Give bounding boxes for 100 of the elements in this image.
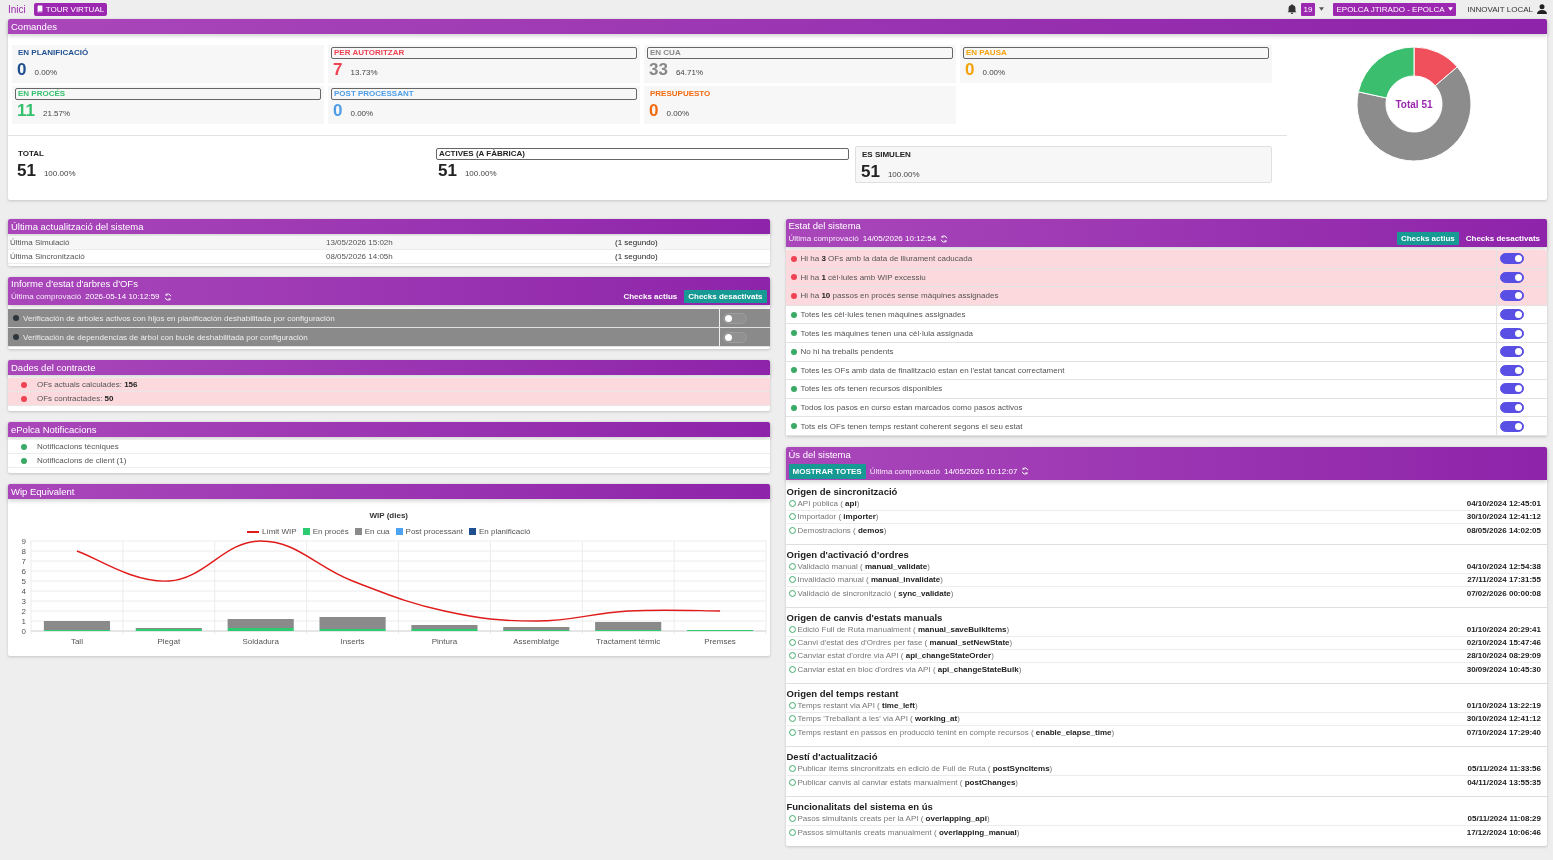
toggle-switch[interactable] — [1500, 309, 1524, 321]
usage-item-text: Temps restant via API ( time_left) — [797, 701, 918, 711]
usage-date: 08/05/2026 14:02:05 — [1466, 525, 1541, 535]
stat-value: 51 — [861, 161, 880, 183]
stat-label: PER AUTORITZAR — [331, 47, 637, 59]
usage-date: 30/09/2024 10:45:30 — [1466, 664, 1541, 674]
usage-date: 04/10/2024 12:45:01 — [1466, 499, 1541, 509]
group-heading: Origen de sincronització — [786, 485, 898, 497]
status-dot — [790, 367, 797, 374]
row-date: 13/05/2026 15:02h — [326, 238, 394, 247]
check-text: Totes les OFs amb data de finalització estan en l'estat tancat correctament — [800, 365, 1065, 375]
x-axis-label: Pintura — [431, 637, 458, 646]
status-dot — [790, 255, 797, 262]
toggle-switch[interactable] — [1500, 253, 1524, 265]
toggle-switch[interactable] — [1500, 402, 1524, 414]
stat-label: POST PROCESSANT — [331, 88, 637, 100]
legend-label[interactable]: Límit WIP — [261, 527, 297, 536]
x-axis-label: Soldadura — [242, 637, 279, 646]
total-card[interactable]: ACTIVES (A FÀBRICA) 51 100.00% — [433, 146, 852, 183]
notification-link[interactable]: Notificacions de client (1) — [37, 456, 127, 465]
usage-item-text: Publicar ítems sincronitzats en edició de Full de Ruta ( postSyncItems) — [797, 764, 1053, 774]
legend-label[interactable]: En cua — [364, 527, 390, 536]
usage-item-text: Edició Full de Ruta manualment ( manual_saveBulkItems) — [797, 625, 1010, 635]
group-heading: Origen del temps restant — [786, 687, 899, 699]
filter-tab[interactable]: Checks actius — [619, 290, 682, 303]
status-dot — [790, 348, 797, 355]
toggle-switch[interactable] — [1500, 364, 1524, 376]
row-label: Última Simulació — [10, 238, 71, 247]
stat-value: 51 — [438, 160, 457, 182]
bell-icon[interactable] — [1286, 4, 1297, 14]
y-tick-label: 2 — [21, 607, 26, 616]
usage-item-text: Demostracions ( demos) — [797, 525, 887, 535]
usage-item-text: API pública ( api) — [797, 499, 860, 509]
status-dot — [790, 385, 797, 392]
tour-button[interactable]: TOUR VIRTUAL — [33, 2, 108, 16]
user-icon[interactable] — [1537, 4, 1547, 14]
refresh-icon[interactable] — [940, 234, 949, 243]
refresh-icon[interactable] — [163, 292, 172, 301]
stat-card[interactable]: EN PLANIFICACIÓ 0 0.00% — [12, 45, 324, 83]
usage-item-text: Temps 'Treballant a les' via API ( working_at) — [797, 714, 960, 724]
stat-label: ACTIVES (A FÀBRICA) — [436, 148, 849, 160]
status-dot — [21, 395, 27, 402]
row-elapsed: (1 segundo) — [615, 252, 659, 261]
stat-value: 0 — [965, 59, 975, 81]
breadcrumb-link[interactable]: Inici — [8, 3, 26, 15]
toggle-switch[interactable] — [1500, 290, 1524, 302]
stat-card[interactable]: EN PROCÉS 11 21.57% — [12, 86, 324, 124]
status-dot — [13, 334, 19, 340]
status-dot — [790, 330, 797, 337]
toggle-switch[interactable] — [1500, 420, 1524, 432]
company-dropdown[interactable]: EPOLCA JTIRADO - EPOLCA — [1333, 2, 1456, 16]
usage-item-text: Importador ( importer) — [797, 512, 879, 522]
last-check-time: 14/05/2026 10:12:54 — [862, 234, 937, 243]
toggle-switch[interactable] — [1500, 383, 1524, 395]
stat-card[interactable]: PRESUPUESTO 0 0.00% — [644, 86, 956, 124]
caret-icon — [1447, 7, 1453, 11]
x-axis-label: Tractament tèrmic — [596, 637, 661, 646]
stat-percent: 13.73% — [350, 68, 378, 77]
stat-value: 33 — [649, 59, 668, 81]
check-text: Verificación de árboles activos con hijos en planificación deshabilitada por configuración — [23, 313, 335, 323]
x-axis-label: Tall — [70, 637, 83, 646]
notification-link[interactable]: Notificacions tècniques — [37, 442, 119, 451]
usage-item-text: Validació de sincronització ( sync_validate) — [797, 588, 954, 598]
legend-label[interactable]: En procés — [312, 527, 349, 536]
contract-text: OFs actuals calculades: 156 — [37, 380, 138, 389]
panel-title: Wip Equivalent — [11, 485, 76, 498]
y-tick-label: 1 — [21, 617, 26, 626]
usage-item-text: Canviar estat d'ordre via API ( api_changeStateOrder) — [797, 651, 994, 661]
y-tick-label: 9 — [21, 537, 26, 546]
usage-item-text: Passos simultanis creats manualment ( overlapping_manual) — [797, 827, 1020, 837]
caret-icon[interactable] — [1319, 7, 1325, 11]
group-heading: Destí d'actualització — [786, 750, 878, 762]
stat-label: EN PROCÉS — [15, 88, 321, 100]
total-card[interactable]: ES SIMULEN 51 100.00% — [855, 146, 1272, 183]
filter-tab[interactable]: Checks desactivats — [1461, 232, 1544, 245]
legend-label[interactable]: En planificació — [478, 527, 531, 536]
legend-label[interactable]: Post processant — [405, 527, 463, 536]
usage-date: 05/11/2024 11:33:56 — [1467, 764, 1541, 774]
check-text: Verificación de dependencias de árbol con bucle deshabilitada por configuración — [23, 332, 308, 342]
check-text: Todos los pasos en curso estan marcados como pasos activos — [800, 403, 1023, 413]
notification-count[interactable]: 19 — [1300, 2, 1316, 16]
stat-card[interactable]: EN PAUSA 0 0.00% — [960, 45, 1272, 83]
y-tick-label: 3 — [21, 597, 26, 606]
total-card[interactable]: TOTAL 51 100.00% — [12, 146, 430, 183]
stat-label: TOTAL — [17, 148, 45, 160]
stat-percent: 0.00% — [350, 109, 374, 118]
status-dot — [21, 381, 27, 388]
contract-text: OFs contractades: 50 — [37, 394, 114, 403]
stat-card[interactable]: EN CUA 33 64.71% — [644, 45, 956, 83]
usage-item-text: Invalidació manual ( manual_invalidate) — [797, 575, 943, 585]
stat-card[interactable]: POST PROCESSANT 0 0.00% — [328, 86, 640, 124]
stat-card[interactable]: PER AUTORITZAR 7 13.73% — [328, 45, 640, 83]
usage-date: 01/10/2024 13:22:19 — [1466, 701, 1541, 711]
toggle-switch[interactable] — [1500, 271, 1524, 283]
toggle-switch[interactable] — [1500, 327, 1524, 339]
refresh-icon[interactable] — [1021, 467, 1030, 476]
stat-label: ES SIMULEN — [861, 149, 912, 161]
row-label: Última Sincronització — [10, 252, 86, 261]
toggle-switch[interactable] — [1500, 346, 1524, 358]
usage-item-text: Canviar estat en bloc d'ordres via API ( api_changeStateBulk) — [797, 664, 1022, 674]
